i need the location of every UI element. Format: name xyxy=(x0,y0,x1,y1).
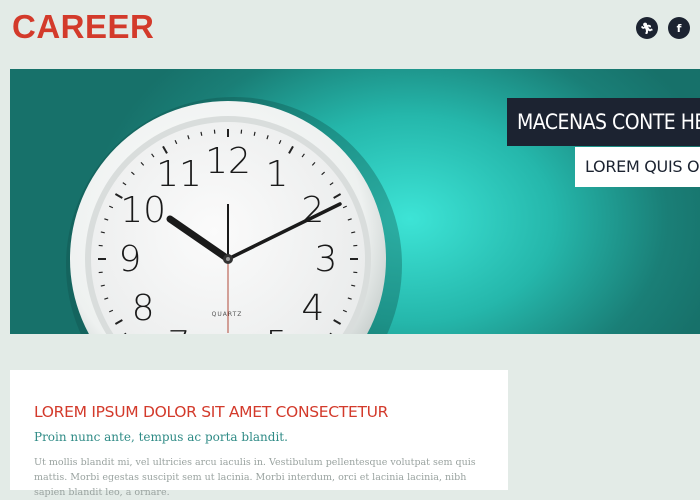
clock-tick xyxy=(254,132,255,136)
hero-caption-secondary: LOREM QUIS ORCI xyxy=(575,147,700,187)
runner-icon[interactable]: 🏃︎ xyxy=(636,17,658,39)
clock-numeral: 1 xyxy=(266,154,289,195)
clock-numeral: 9 xyxy=(119,239,142,280)
clock-tick xyxy=(201,132,202,136)
clock-numeral: 3 xyxy=(315,239,338,280)
clock-numeral: 2 xyxy=(301,190,324,231)
clock-numeral: 4 xyxy=(301,288,324,329)
clock-tick xyxy=(351,285,355,286)
facebook-icon[interactable]: f xyxy=(668,17,690,39)
clock-numeral: 8 xyxy=(132,288,155,329)
clock-numeral: 11 xyxy=(156,154,202,195)
clock-numeral: 12 xyxy=(205,141,251,182)
hero-caption-primary: MACENAS CONTE HENDRERIT xyxy=(507,98,700,146)
site-title[interactable]: CAREER xyxy=(12,8,154,46)
clock-tick xyxy=(101,232,105,233)
clock-numeral: 10 xyxy=(120,190,166,231)
clock-numeral: 7 xyxy=(168,324,191,334)
article-subtitle: Proin nunc ante, tempus ac porta blandit… xyxy=(34,430,288,444)
clock-tick xyxy=(101,285,105,286)
article-card: LOREM IPSUM DOLOR SIT AMET CONSECTETUR P… xyxy=(10,370,508,490)
clock-numeral: 5 xyxy=(266,324,289,334)
social-links: 🏃︎ f xyxy=(636,17,690,39)
clock-tick xyxy=(351,232,355,233)
clock-brand: QUARTZ xyxy=(212,311,243,318)
article-title[interactable]: LOREM IPSUM DOLOR SIT AMET CONSECTETUR xyxy=(34,403,388,421)
article-body: Ut mollis blandit mi, vel ultricies arcu… xyxy=(34,455,486,500)
